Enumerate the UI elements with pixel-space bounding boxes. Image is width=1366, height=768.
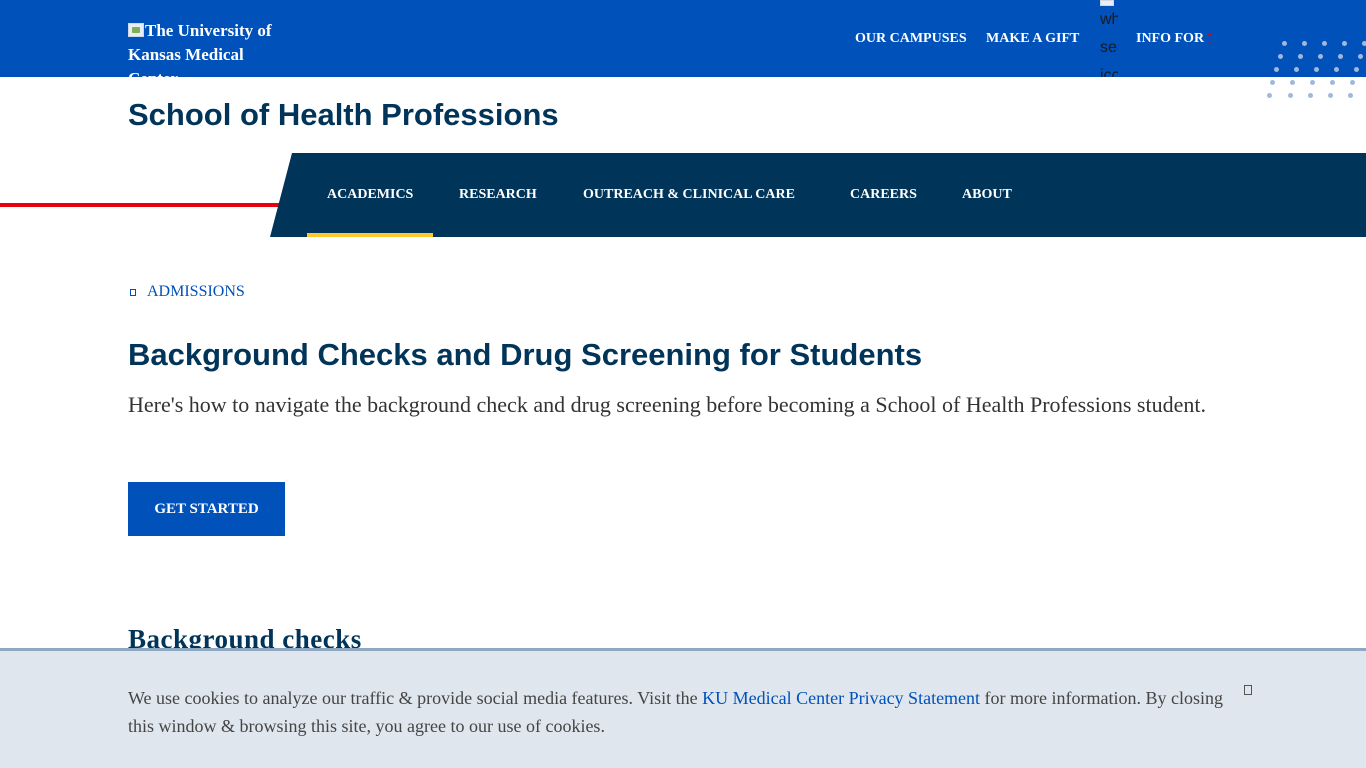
search-icon[interactable]: white search icon: [1100, 0, 1118, 77]
red-accent-line: [0, 203, 290, 207]
decorative-dot: [1348, 93, 1353, 98]
decorative-dot: [1328, 93, 1333, 98]
info-for-label: INFO FOR: [1136, 31, 1205, 46]
privacy-statement-link[interactable]: KU Medical Center Privacy Statement: [702, 688, 980, 708]
decorative-dot-pattern: [1264, 38, 1366, 102]
decorative-dot: [1350, 80, 1355, 85]
close-icon[interactable]: [1244, 685, 1252, 695]
ku-medical-center-logo[interactable]: The University of Kansas Medical Center: [128, 19, 274, 77]
cookie-text-before: We use cookies to analyze our traffic & …: [128, 688, 703, 708]
decorative-dot: [1282, 41, 1287, 46]
page-title: Background Checks and Drug Screening for…: [128, 337, 923, 372]
chevron-down-icon: ▯: [1206, 31, 1213, 45]
info-for-menu[interactable]: INFO FOR ▯: [1136, 31, 1213, 47]
decorative-dot: [1308, 93, 1313, 98]
cookie-banner: We use cookies to analyze our traffic & …: [0, 648, 1366, 768]
decorative-dot: [1342, 41, 1347, 46]
decorative-dot: [1267, 93, 1272, 98]
decorative-dot: [1290, 80, 1295, 85]
decorative-dot: [1274, 67, 1279, 72]
top-utility-bar: The University of Kansas Medical Center …: [0, 0, 1366, 77]
get-started-button[interactable]: GET STARTED: [128, 482, 285, 536]
decorative-dot: [1338, 54, 1343, 59]
decorative-dot: [1322, 41, 1327, 46]
decorative-dot: [1278, 54, 1283, 59]
nav-item-careers[interactable]: CAREERS: [850, 153, 917, 237]
make-a-gift-link[interactable]: MAKE A GIFT: [986, 31, 1079, 47]
decorative-dot: [1298, 54, 1303, 59]
broken-image-icon: [128, 23, 144, 37]
nav-item-research[interactable]: RESEARCH: [459, 153, 537, 237]
decorative-dot: [1314, 67, 1319, 72]
chevron-left-icon: [130, 288, 136, 296]
intro-text: Here's how to navigate the background ch…: [128, 392, 1206, 417]
logo-alt-text: The University of Kansas Medical Center: [128, 21, 272, 77]
our-campuses-link[interactable]: OUR CAMPUSES: [855, 31, 967, 47]
breadcrumb-label: ADMISSIONS: [147, 283, 245, 300]
nav-item-academics[interactable]: ACADEMICS: [306, 153, 434, 237]
broken-image-icon: [1100, 0, 1114, 6]
decorative-dot: [1294, 67, 1299, 72]
cookie-message: We use cookies to analyze our traffic & …: [128, 684, 1238, 740]
decorative-dot: [1330, 80, 1335, 85]
decorative-dot: [1288, 93, 1293, 98]
decorative-dot: [1302, 41, 1307, 46]
decorative-dot: [1354, 67, 1359, 72]
decorative-dot: [1270, 80, 1275, 85]
decorative-dot: [1362, 41, 1366, 46]
site-title[interactable]: School of Health Professions: [128, 97, 559, 133]
decorative-dot: [1318, 54, 1323, 59]
decorative-dot: [1310, 80, 1315, 85]
breadcrumb-admissions[interactable]: ADMISSIONS: [128, 283, 245, 301]
nav-item-about[interactable]: ABOUT: [962, 153, 1012, 237]
decorative-dot: [1358, 54, 1363, 59]
search-icon-alt-text: white search icon: [1100, 11, 1118, 77]
nav-item-outreach-clinical-care[interactable]: OUTREACH & CLINICAL CARE: [583, 153, 795, 237]
decorative-dot: [1334, 67, 1339, 72]
main-navigation: ACADEMICS RESEARCH OUTREACH & CLINICAL C…: [270, 153, 1366, 237]
